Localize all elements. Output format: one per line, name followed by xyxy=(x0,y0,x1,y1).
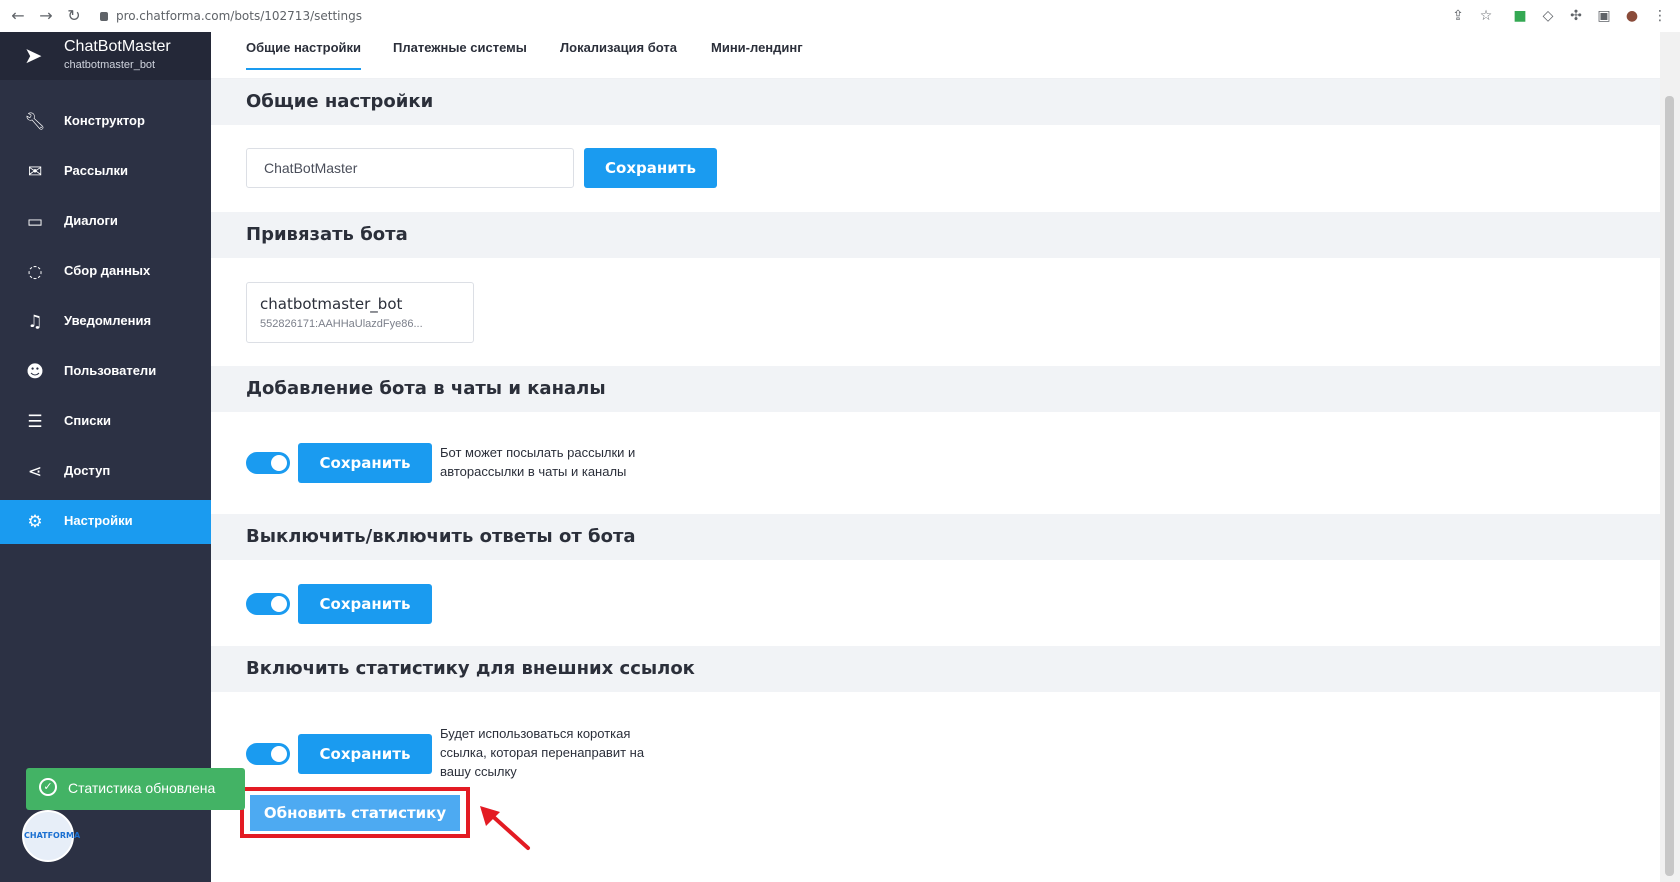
brand-subtitle: chatbotmaster_bot xyxy=(64,59,156,71)
puzzle-icon[interactable]: ✣ xyxy=(1566,6,1586,26)
brand-header[interactable]: ➤ ChatBotMaster chatbotmaster_bot xyxy=(0,32,211,80)
check-circle-icon: ✓ xyxy=(39,778,57,796)
sidebar-item-label: Рассылки xyxy=(64,163,129,178)
section-title: Добавление бота в чаты и каналы xyxy=(246,378,606,399)
paper-plane-icon: ➤ xyxy=(24,44,43,69)
share-page-icon[interactable]: ⇪ xyxy=(1448,6,1468,26)
description-line: авторассылки в чаты и каналы xyxy=(440,464,627,479)
section-title: Выключить/включить ответы от бота xyxy=(246,526,636,547)
sidebar-item-settings[interactable]: ⚙ Настройки xyxy=(0,500,211,544)
description-line: Бот может посылать рассылки и xyxy=(440,445,636,460)
description-line: ссылка, которая перенаправит на xyxy=(440,745,645,760)
sidebar-item-label: Конструктор xyxy=(64,113,145,128)
gear-icon: ⚙ xyxy=(27,512,43,532)
browser-toolbar: ← → ↻ pro.chatforma.com/bots/102713/sett… xyxy=(0,0,1680,33)
toast-message: Статистика обновлена xyxy=(68,780,216,796)
lock-icon xyxy=(100,12,108,21)
bot-token: 552826171:AAHHaUlazdFye86... xyxy=(260,318,423,330)
url-text: pro.chatforma.com/bots/102713/settings xyxy=(116,9,362,23)
sidebar-item-label: Уведомления xyxy=(64,313,152,328)
page-scrollbar[interactable] xyxy=(1660,32,1680,882)
reload-icon[interactable]: ↻ xyxy=(64,6,84,26)
highlight-frame: Обновить статистику xyxy=(240,787,470,838)
save-button[interactable]: Сохранить xyxy=(298,443,432,483)
red-arrow-icon xyxy=(480,806,530,850)
sidebar-item-access[interactable]: ⋖ Доступ xyxy=(0,450,211,494)
sidebar-item-data-collection[interactable]: ◌ Сбор данных xyxy=(0,250,211,294)
sidebar-item-constructor[interactable]: 🔧︎ Конструктор xyxy=(0,100,211,144)
sidepanel-icon[interactable]: ▣ xyxy=(1594,6,1614,26)
bell-icon: ♫ xyxy=(27,312,43,332)
toggle-knob xyxy=(271,746,287,762)
star-icon[interactable]: ☆ xyxy=(1476,6,1496,26)
save-button[interactable]: Сохранить xyxy=(298,734,432,774)
section-title: Общие настройки xyxy=(246,91,434,112)
sidebar-item-notifications[interactable]: ♫ Уведомления xyxy=(0,300,211,344)
wrench-icon: 🔧︎ xyxy=(24,112,46,132)
sidebar-item-label: Доступ xyxy=(64,463,111,478)
section-header: Привязать бота xyxy=(211,212,1660,258)
chat-icon: ▭ xyxy=(26,212,44,232)
tab-payment-systems[interactable]: Платежные системы xyxy=(393,40,527,68)
section-header: Общие настройки xyxy=(211,79,1660,125)
scrollbar-thumb[interactable] xyxy=(1665,96,1674,876)
description-line: вашу ссылку xyxy=(440,764,517,779)
sidebar-item-label: Диалоги xyxy=(64,213,118,228)
sidebar-item-lists[interactable]: ☰ Списки xyxy=(0,400,211,444)
sidebar-item-dialogs[interactable]: ▭ Диалоги xyxy=(0,200,211,244)
bot-name-input[interactable]: ChatBotMaster xyxy=(246,148,574,188)
sidebar-item-mailings[interactable]: ✉ Рассылки xyxy=(0,150,211,194)
bot-card[interactable]: chatbotmaster_bot 552826171:AAHHaUlazdFy… xyxy=(246,282,474,343)
description-line: Будет использоваться короткая xyxy=(440,726,631,741)
bot-username: chatbotmaster_bot xyxy=(260,295,403,313)
menu-dots-icon[interactable]: ⋮ xyxy=(1650,6,1670,26)
sidebar: ➤ ChatBotMaster chatbotmaster_bot 🔧︎ Кон… xyxy=(0,32,211,882)
shield-icon[interactable]: ◇ xyxy=(1538,6,1558,26)
replies-toggle[interactable] xyxy=(246,593,290,615)
save-button[interactable]: Сохранить xyxy=(584,148,717,188)
sidebar-item-label: Сбор данных xyxy=(64,263,151,278)
section-title: Включить статистику для внешних ссылок xyxy=(246,658,695,679)
tab-general-settings[interactable]: Общие настройки xyxy=(246,40,361,70)
refresh-stats-button[interactable]: Обновить статистику xyxy=(250,795,460,831)
users-icon: ☻ xyxy=(26,362,44,382)
envelope-icon: ✉ xyxy=(27,162,43,182)
forward-icon[interactable]: → xyxy=(36,6,56,26)
toggle-knob xyxy=(271,455,287,471)
extension-icon[interactable]: ■ xyxy=(1510,6,1530,26)
chats-toggle[interactable] xyxy=(246,452,290,474)
toggle-knob xyxy=(271,596,287,612)
chatforma-avatar[interactable]: CHATFORMA xyxy=(22,810,80,862)
brand-title: ChatBotMaster xyxy=(64,38,171,55)
sidebar-item-label: Настройки xyxy=(64,513,133,528)
sidebar-item-users[interactable]: ☻ Пользователи xyxy=(0,350,211,394)
chats-description: Бот может посылать рассылки и авторассыл… xyxy=(440,443,635,481)
tab-bot-localization[interactable]: Локализация бота xyxy=(560,40,677,68)
list-icon: ☰ xyxy=(27,412,43,432)
address-bar[interactable]: pro.chatforma.com/bots/102713/settings xyxy=(100,6,362,26)
section-header: Включить статистику для внешних ссылок xyxy=(211,646,1660,692)
sidebar-item-label: Пользователи xyxy=(64,363,157,378)
success-toast[interactable]: ✓ Статистика обновлена xyxy=(26,768,245,810)
tab-mini-landing[interactable]: Мини-лендинг xyxy=(711,40,803,68)
sidebar-item-label: Списки xyxy=(64,413,111,428)
share-icon: ⋖ xyxy=(27,462,43,482)
section-header: Выключить/включить ответы от бота xyxy=(211,514,1660,560)
settings-tabs: Общие настройки Платежные системы Локали… xyxy=(211,32,1660,79)
save-button[interactable]: Сохранить xyxy=(298,584,432,624)
stats-description: Будет использоваться короткая ссылка, ко… xyxy=(440,724,644,781)
refresh-icon: ◌ xyxy=(27,262,43,282)
section-header: Добавление бота в чаты и каналы xyxy=(211,366,1660,412)
back-icon[interactable]: ← xyxy=(8,6,28,26)
section-title: Привязать бота xyxy=(246,224,408,245)
stats-toggle[interactable] xyxy=(246,743,290,765)
profile-avatar[interactable]: ● xyxy=(1622,6,1642,26)
